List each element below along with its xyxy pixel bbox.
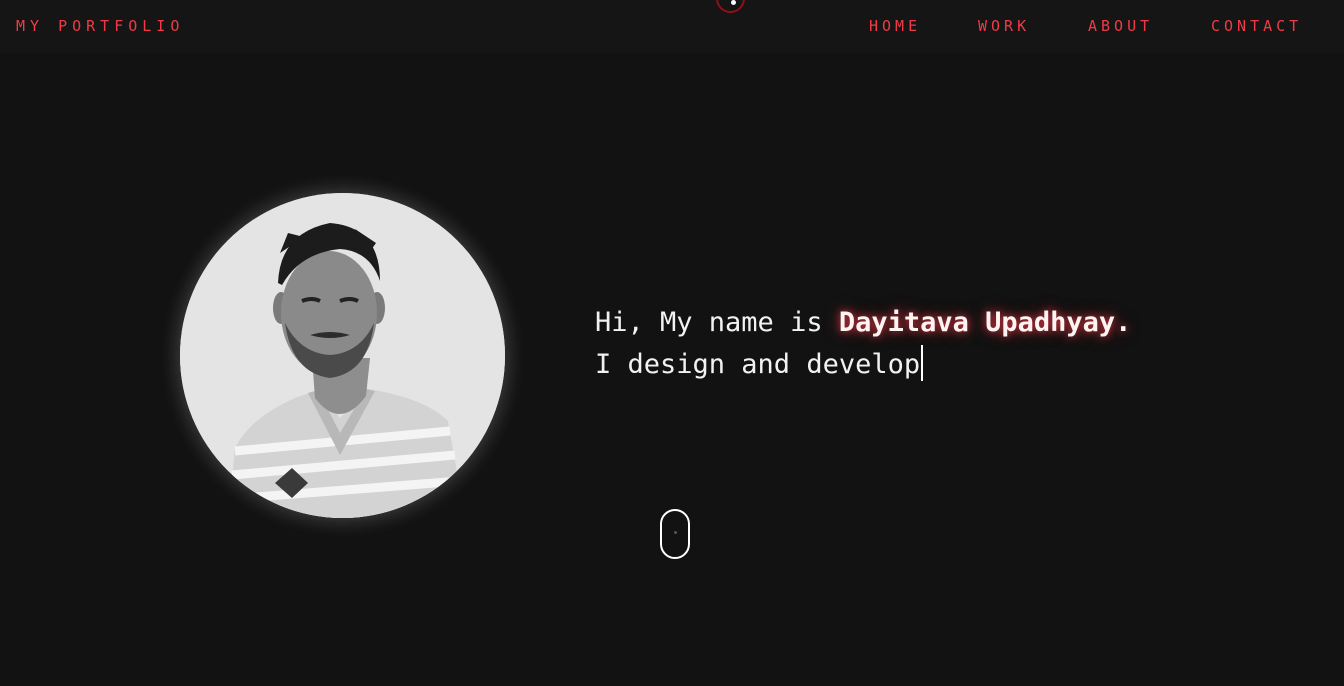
nav-about-link[interactable]: ABOUT — [1088, 17, 1153, 35]
greeting-text: Hi, My name is — [595, 307, 839, 338]
intro-line-1: Hi, My name is Dayitava Upadhyay. — [595, 302, 1131, 344]
hero-name: Dayitava Upadhyay. — [838, 307, 1132, 338]
intro-line-2: I design and develop — [595, 344, 1131, 386]
typed-text: I design and develop — [595, 349, 921, 380]
cursor-dot — [731, 0, 736, 5]
scroll-wheel-dot — [674, 531, 677, 534]
brand-logo[interactable]: MY PORTFOLIO — [16, 17, 184, 35]
nav-home-link[interactable]: HOME — [869, 17, 921, 35]
top-navbar: MY PORTFOLIO HOME WORK ABOUT CONTACT — [0, 0, 1344, 53]
scroll-down-indicator[interactable] — [660, 509, 690, 559]
profile-photo — [180, 193, 505, 518]
hero-intro: Hi, My name is Dayitava Upadhyay. I desi… — [595, 302, 1131, 386]
typing-caret — [921, 345, 924, 381]
nav-contact-link[interactable]: CONTACT — [1211, 17, 1302, 35]
nav-work-link[interactable]: WORK — [978, 17, 1030, 35]
profile-photo-illustration — [180, 193, 505, 518]
